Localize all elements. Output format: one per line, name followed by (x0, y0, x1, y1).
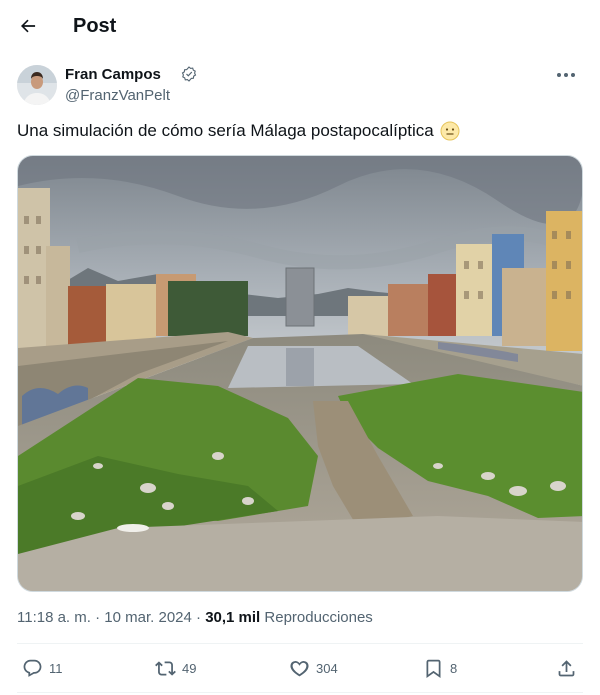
divider (17, 692, 583, 693)
bookmark-count: 8 (450, 660, 458, 676)
reply-count: 11 (49, 660, 63, 676)
meta-separator: · (191, 609, 206, 626)
bookmark-icon (426, 659, 441, 678)
tweet-text: Una simulación de cómo sería Málaga post… (17, 120, 460, 142)
page-title: Post (73, 15, 117, 37)
share-button[interactable] (556, 656, 577, 680)
reply-button[interactable]: 11 (22, 656, 63, 680)
bookmark-button[interactable]: 8 (423, 656, 457, 680)
views-label: Reproducciones (260, 609, 373, 626)
author-name[interactable]: Fran Campos (65, 66, 161, 84)
tweet-photo[interactable] (17, 155, 583, 592)
share-icon (558, 659, 575, 676)
more-horizontal-icon (557, 73, 575, 77)
back-button[interactable] (12, 10, 44, 42)
heart-icon (290, 660, 309, 676)
repost-button[interactable]: 49 (155, 656, 196, 680)
neutral-face-emoji (440, 121, 460, 141)
views-count: 30,1 mil (205, 609, 261, 626)
repost-icon (155, 660, 176, 676)
meta-separator: · (90, 609, 105, 626)
post-date[interactable]: 10 mar. 2024 (104, 609, 192, 626)
verified-badge-icon (181, 66, 197, 82)
like-button[interactable]: 304 (289, 656, 338, 680)
like-count: 304 (316, 660, 338, 676)
divider (17, 643, 583, 644)
arrow-left-icon (21, 19, 36, 33)
action-bar: 11 49 304 8 (17, 650, 583, 686)
reply-icon (23, 659, 42, 677)
more-button[interactable] (549, 65, 583, 85)
post-meta: 11:18 a. m. · 10 mar. 2024 · 30,1 mil Re… (17, 607, 373, 629)
author-row: Fran Campos @FranzVanPelt (17, 65, 583, 107)
top-bar: Post (0, 0, 600, 53)
repost-count: 49 (182, 660, 197, 676)
tweet-body: Una simulación de cómo sería Málaga post… (17, 121, 434, 140)
avatar[interactable] (17, 65, 57, 105)
post-time[interactable]: 11:18 a. m. (17, 609, 91, 626)
author-handle[interactable]: @FranzVanPelt (65, 87, 170, 105)
